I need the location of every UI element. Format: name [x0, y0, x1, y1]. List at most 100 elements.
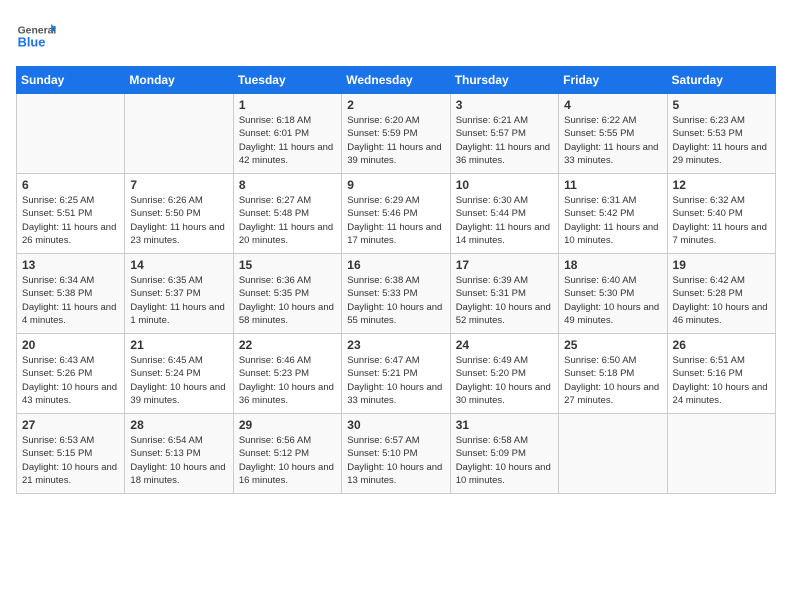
day-info: Sunrise: 6:18 AMSunset: 6:01 PMDaylight:…	[239, 114, 336, 167]
calendar-body: 1 Sunrise: 6:18 AMSunset: 6:01 PMDaylight…	[17, 94, 776, 494]
calendar-cell: 25 Sunrise: 6:50 AMSunset: 5:18 PMDayligh…	[559, 334, 667, 414]
page-header: General Blue	[16, 16, 776, 56]
day-info: Sunrise: 6:31 AMSunset: 5:42 PMDaylight:…	[564, 194, 661, 247]
calendar-cell	[667, 414, 775, 494]
day-number: 28	[130, 418, 227, 432]
calendar-cell: 20 Sunrise: 6:43 AMSunset: 5:26 PMDayligh…	[17, 334, 125, 414]
day-number: 30	[347, 418, 444, 432]
day-number: 18	[564, 258, 661, 272]
day-number: 2	[347, 98, 444, 112]
day-number: 19	[673, 258, 770, 272]
day-info: Sunrise: 6:35 AMSunset: 5:37 PMDaylight:…	[130, 274, 227, 327]
day-info: Sunrise: 6:40 AMSunset: 5:30 PMDaylight:…	[564, 274, 661, 327]
calendar-cell: 13 Sunrise: 6:34 AMSunset: 5:38 PMDayligh…	[17, 254, 125, 334]
calendar-cell: 4 Sunrise: 6:22 AMSunset: 5:55 PMDaylight…	[559, 94, 667, 174]
day-info: Sunrise: 6:43 AMSunset: 5:26 PMDaylight:…	[22, 354, 119, 407]
day-info: Sunrise: 6:53 AMSunset: 5:15 PMDaylight:…	[22, 434, 119, 487]
calendar-cell: 17 Sunrise: 6:39 AMSunset: 5:31 PMDayligh…	[450, 254, 558, 334]
calendar-cell: 19Sunrise: 6:42 AMSunset: 5:28 PMDayligh…	[667, 254, 775, 334]
day-info: Sunrise: 6:27 AMSunset: 5:48 PMDaylight:…	[239, 194, 336, 247]
day-info: Sunrise: 6:51 AMSunset: 5:16 PMDaylight:…	[673, 354, 770, 407]
day-number: 5	[673, 98, 770, 112]
day-info: Sunrise: 6:21 AMSunset: 5:57 PMDaylight:…	[456, 114, 553, 167]
day-number: 7	[130, 178, 227, 192]
day-info: Sunrise: 6:39 AMSunset: 5:31 PMDaylight:…	[456, 274, 553, 327]
calendar-cell: 3Sunrise: 6:21 AMSunset: 5:57 PMDaylight…	[450, 94, 558, 174]
day-header-wednesday: Wednesday	[342, 67, 450, 94]
calendar-cell: 31Sunrise: 6:58 AMSunset: 5:09 PMDayligh…	[450, 414, 558, 494]
day-info: Sunrise: 6:57 AMSunset: 5:10 PMDaylight:…	[347, 434, 444, 487]
calendar-cell: 30 Sunrise: 6:57 AMSunset: 5:10 PMDayligh…	[342, 414, 450, 494]
calendar-cell: 14 Sunrise: 6:35 AMSunset: 5:37 PMDayligh…	[125, 254, 233, 334]
day-info: Sunrise: 6:50 AMSunset: 5:18 PMDaylight:…	[564, 354, 661, 407]
day-number: 14	[130, 258, 227, 272]
calendar-cell: 16 Sunrise: 6:38 AMSunset: 5:33 PMDayligh…	[342, 254, 450, 334]
day-number: 24	[456, 338, 553, 352]
day-number: 1	[239, 98, 336, 112]
calendar-cell: 22 Sunrise: 6:46 AMSunset: 5:23 PMDayligh…	[233, 334, 341, 414]
calendar-week-2: 13 Sunrise: 6:34 AMSunset: 5:38 PMDayligh…	[17, 254, 776, 334]
day-header-sunday: Sunday	[17, 67, 125, 94]
day-number: 13	[22, 258, 119, 272]
calendar-week-4: 27 Sunrise: 6:53 AMSunset: 5:15 PMDayligh…	[17, 414, 776, 494]
day-info: Sunrise: 6:54 AMSunset: 5:13 PMDaylight:…	[130, 434, 227, 487]
day-header-thursday: Thursday	[450, 67, 558, 94]
day-info: Sunrise: 6:38 AMSunset: 5:33 PMDaylight:…	[347, 274, 444, 327]
day-number: 27	[22, 418, 119, 432]
calendar-week-0: 1 Sunrise: 6:18 AMSunset: 6:01 PMDaylight…	[17, 94, 776, 174]
logo: General Blue	[16, 16, 56, 56]
calendar-cell: 12 Sunrise: 6:32 AMSunset: 5:40 PMDayligh…	[667, 174, 775, 254]
calendar-cell: 29 Sunrise: 6:56 AMSunset: 5:12 PMDayligh…	[233, 414, 341, 494]
day-info: Sunrise: 6:58 AMSunset: 5:09 PMDaylight:…	[456, 434, 553, 487]
day-info: Sunrise: 6:26 AMSunset: 5:50 PMDaylight:…	[130, 194, 227, 247]
day-info: Sunrise: 6:25 AMSunset: 5:51 PMDaylight:…	[22, 194, 119, 247]
calendar-cell: 27 Sunrise: 6:53 AMSunset: 5:15 PMDayligh…	[17, 414, 125, 494]
day-info: Sunrise: 6:45 AMSunset: 5:24 PMDaylight:…	[130, 354, 227, 407]
day-number: 25	[564, 338, 661, 352]
day-number: 8	[239, 178, 336, 192]
calendar-cell: 18 Sunrise: 6:40 AMSunset: 5:30 PMDayligh…	[559, 254, 667, 334]
day-info: Sunrise: 6:46 AMSunset: 5:23 PMDaylight:…	[239, 354, 336, 407]
calendar-cell: 11Sunrise: 6:31 AMSunset: 5:42 PMDayligh…	[559, 174, 667, 254]
calendar-cell: 6 Sunrise: 6:25 AMSunset: 5:51 PMDaylight…	[17, 174, 125, 254]
day-number: 9	[347, 178, 444, 192]
day-header-friday: Friday	[559, 67, 667, 94]
day-info: Sunrise: 6:23 AMSunset: 5:53 PMDaylight:…	[673, 114, 770, 167]
day-number: 17	[456, 258, 553, 272]
day-number: 16	[347, 258, 444, 272]
calendar-cell: 24Sunrise: 6:49 AMSunset: 5:20 PMDayligh…	[450, 334, 558, 414]
day-number: 6	[22, 178, 119, 192]
day-number: 15	[239, 258, 336, 272]
day-header-saturday: Saturday	[667, 67, 775, 94]
day-number: 22	[239, 338, 336, 352]
logo-icon: General Blue	[16, 16, 56, 56]
calendar-cell: 23Sunrise: 6:47 AMSunset: 5:21 PMDayligh…	[342, 334, 450, 414]
calendar-cell: 9 Sunrise: 6:29 AMSunset: 5:46 PMDaylight…	[342, 174, 450, 254]
calendar-cell: 8 Sunrise: 6:27 AMSunset: 5:48 PMDaylight…	[233, 174, 341, 254]
day-info: Sunrise: 6:22 AMSunset: 5:55 PMDaylight:…	[564, 114, 661, 167]
calendar-cell: 10Sunrise: 6:30 AMSunset: 5:44 PMDayligh…	[450, 174, 558, 254]
day-info: Sunrise: 6:34 AMSunset: 5:38 PMDaylight:…	[22, 274, 119, 327]
calendar-cell: 2 Sunrise: 6:20 AMSunset: 5:59 PMDaylight…	[342, 94, 450, 174]
day-number: 29	[239, 418, 336, 432]
calendar-cell: 5 Sunrise: 6:23 AMSunset: 5:53 PMDaylight…	[667, 94, 775, 174]
day-info: Sunrise: 6:29 AMSunset: 5:46 PMDaylight:…	[347, 194, 444, 247]
svg-text:Blue: Blue	[18, 34, 46, 49]
day-number: 20	[22, 338, 119, 352]
day-number: 10	[456, 178, 553, 192]
day-info: Sunrise: 6:56 AMSunset: 5:12 PMDaylight:…	[239, 434, 336, 487]
day-info: Sunrise: 6:47 AMSunset: 5:21 PMDaylight:…	[347, 354, 444, 407]
day-info: Sunrise: 6:36 AMSunset: 5:35 PMDaylight:…	[239, 274, 336, 327]
day-header-tuesday: Tuesday	[233, 67, 341, 94]
calendar-cell: 15 Sunrise: 6:36 AMSunset: 5:35 PMDayligh…	[233, 254, 341, 334]
day-info: Sunrise: 6:20 AMSunset: 5:59 PMDaylight:…	[347, 114, 444, 167]
day-number: 4	[564, 98, 661, 112]
day-info: Sunrise: 6:32 AMSunset: 5:40 PMDaylight:…	[673, 194, 770, 247]
day-number: 12	[673, 178, 770, 192]
calendar-cell	[559, 414, 667, 494]
calendar-header-row: SundayMondayTuesdayWednesdayThursdayFrid…	[17, 67, 776, 94]
calendar-cell: 28 Sunrise: 6:54 AMSunset: 5:13 PMDayligh…	[125, 414, 233, 494]
calendar-cell: 7 Sunrise: 6:26 AMSunset: 5:50 PMDaylight…	[125, 174, 233, 254]
calendar-cell	[125, 94, 233, 174]
calendar-cell	[17, 94, 125, 174]
